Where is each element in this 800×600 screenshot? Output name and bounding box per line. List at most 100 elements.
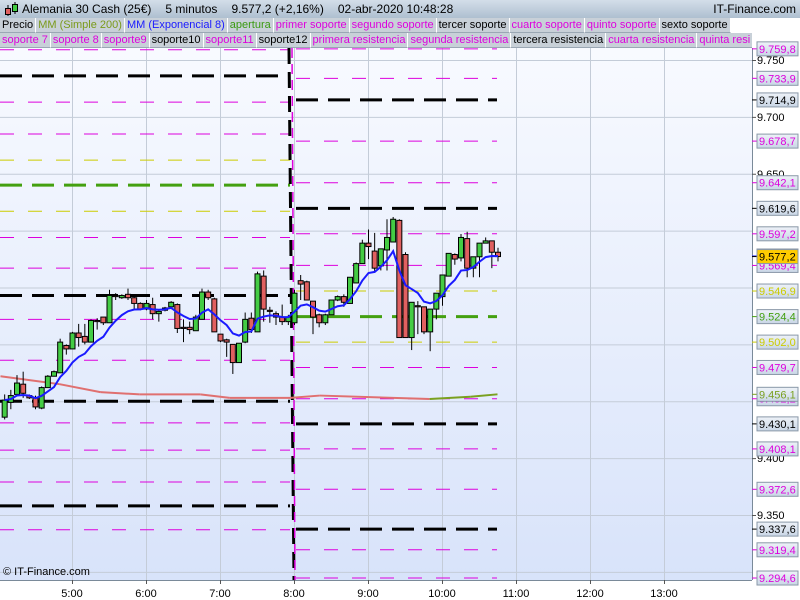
x-tick-label: 12:00 <box>576 588 604 600</box>
legend-item[interactable]: apertura <box>227 18 274 33</box>
price-chart[interactable]: 5:00 6:00 7:00 8:00 9:00 10:00 11:00 12:00 13:00… <box>0 0 800 600</box>
legend-item[interactable]: tercera resistencia <box>511 33 607 48</box>
candle-down <box>402 254 409 339</box>
x-tick-label: 11:00 <box>503 588 530 600</box>
candle-down <box>186 326 193 331</box>
legend-item[interactable]: soporte 8 <box>50 33 102 48</box>
candle-up <box>118 294 125 299</box>
legend-item[interactable]: primera resistencia <box>310 33 409 48</box>
level-price-label-text: 9.733,9 <box>759 73 796 85</box>
y-tick-label: 9.700 <box>757 112 785 124</box>
candle-down <box>451 254 458 260</box>
timeframe: 5 minutos <box>165 2 218 16</box>
candle-up <box>353 263 360 284</box>
legend-item[interactable]: soporte 7 <box>0 33 51 48</box>
current-price-label-text: 9.577,2 <box>759 252 796 264</box>
legend-item[interactable]: primer soporte <box>273 18 350 33</box>
x-tick-label: 6:00 <box>135 588 156 600</box>
candle-up <box>384 236 390 251</box>
candle-up <box>51 371 57 377</box>
legend-item[interactable]: soporte10 <box>149 33 204 48</box>
level-price-label-text: 9.619,6 <box>759 203 796 215</box>
brand: IT-Finance.com <box>713 2 796 16</box>
legend-item[interactable]: sexto soporte <box>659 18 731 33</box>
legend-item[interactable]: segundo soporte <box>349 18 437 33</box>
candle-down <box>488 240 495 253</box>
candle-down <box>100 316 107 324</box>
candle-up <box>408 301 415 339</box>
candle-up <box>14 382 20 395</box>
level-price-label-text: 9.642,1 <box>759 178 796 190</box>
legend-item[interactable]: MM (Exponencial 8) <box>124 18 228 33</box>
candle-down <box>365 242 372 248</box>
candle-down <box>260 275 267 310</box>
legend-item[interactable]: cuarto soporte <box>509 18 585 33</box>
candle-down <box>371 250 378 269</box>
legend-item[interactable]: quinta resi <box>697 33 752 48</box>
candle-down <box>396 219 403 339</box>
sma200-price-label-text: 9.456,1 <box>759 389 796 401</box>
candle-up <box>106 294 113 324</box>
legend-item[interactable]: soporte9 <box>101 33 150 48</box>
candle-up <box>482 240 489 244</box>
level-price-label-text: 9.759,8 <box>759 44 796 56</box>
candle-down <box>303 281 310 301</box>
candle-up <box>322 314 329 324</box>
candle-up <box>359 242 366 265</box>
candle-down <box>174 304 181 329</box>
level-price-label-text: 9.372,6 <box>759 484 796 496</box>
level-price-label-text: 9.524,4 <box>759 312 796 324</box>
level-price-label-text: 9.479,7 <box>759 362 796 374</box>
candle-up <box>69 332 76 350</box>
candle-down <box>229 343 236 364</box>
candle-down <box>217 333 224 342</box>
legend-item[interactable]: Precio <box>0 18 37 33</box>
candle-up <box>1 399 8 418</box>
x-tick-label: 13:00 <box>650 588 678 600</box>
level-price-label-text: 9.502,0 <box>759 337 796 349</box>
level-price-label-text: 9.319,4 <box>759 545 796 557</box>
candle-down <box>340 296 347 303</box>
level-price-label-text: 9.337,6 <box>759 524 796 536</box>
legend-item[interactable]: MM (Simple 200) <box>36 18 125 33</box>
candlestick-icon <box>0 0 22 18</box>
legend-row-2: soporte 7 soporte 8 soporte9 soporte10 sopor… <box>0 33 752 48</box>
candle-down <box>125 293 131 299</box>
plot-background <box>0 48 752 580</box>
candle-down <box>94 319 101 323</box>
candle-up <box>57 341 64 374</box>
candle-up <box>155 310 162 315</box>
candle-up <box>390 218 397 243</box>
legend-item[interactable]: soporte11 <box>203 33 257 48</box>
legend-item[interactable]: cuarta resistencia <box>606 33 698 48</box>
legend-item[interactable]: soporte12 <box>256 33 311 48</box>
copyright: © IT-Finance.com <box>3 566 90 578</box>
x-tick-label: 5:00 <box>61 588 82 600</box>
candle-up <box>236 342 242 364</box>
y-tick-label: 9.350 <box>757 510 785 522</box>
legend-item[interactable]: quinto soporte <box>584 18 660 33</box>
legend-item[interactable]: tercer soporte <box>436 18 510 33</box>
candle-up <box>242 318 249 343</box>
level-price-label-text: 9.430,1 <box>759 419 796 431</box>
candle-down <box>421 306 427 333</box>
level-price-label-text: 9.294,6 <box>759 573 796 585</box>
candle-down <box>180 326 187 329</box>
candle-down <box>75 332 82 339</box>
candle-down <box>131 297 138 304</box>
candle-down <box>205 291 212 299</box>
level-price-label-text: 9.546,9 <box>759 286 796 298</box>
candle-down <box>112 294 119 298</box>
level-price-label-text: 9.714,9 <box>759 95 796 107</box>
candle-down <box>297 280 304 285</box>
chart-header: Alemania 30 Cash (25€) 5 minutos 9.577,2… <box>0 0 800 18</box>
legend-item[interactable]: segunda resistencia <box>408 33 512 48</box>
x-tick-label: 8:00 <box>283 588 304 600</box>
candle-down <box>223 339 230 343</box>
last-price: 9.577,2 (+2,16%) <box>231 2 324 16</box>
instrument-name: Alemania 30 Cash (25€) <box>22 2 152 16</box>
candle-down <box>266 309 273 312</box>
candle-up <box>38 387 45 409</box>
candle-down <box>316 314 323 324</box>
candle-up <box>377 248 384 267</box>
